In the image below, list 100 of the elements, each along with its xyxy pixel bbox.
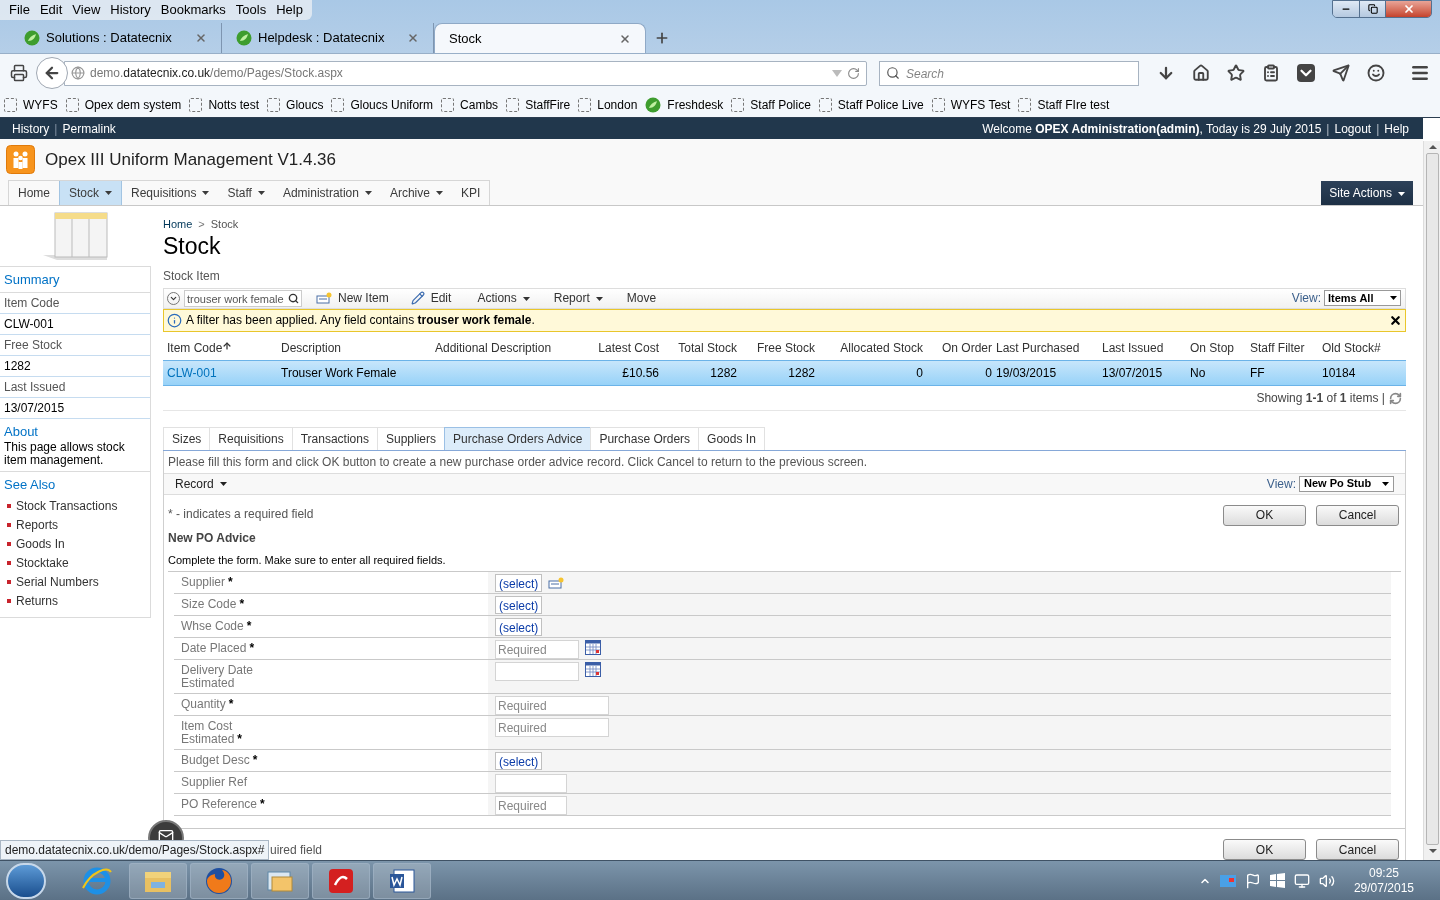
breadcrumb-link[interactable]: Stock [210,216,239,233]
bookmark[interactable]: WYFS [4,95,58,114]
menu-item[interactable]: View [67,0,106,20]
record-menu[interactable]: Record [175,474,227,493]
nav-tab[interactable]: Requisitions [122,181,219,205]
sidebar-link[interactable]: Goods In [16,535,65,553]
download-icon[interactable] [1157,64,1175,82]
chat-icon[interactable] [1367,64,1385,82]
star-icon[interactable] [1227,64,1245,82]
menu-icon[interactable] [1410,63,1430,83]
table-row[interactable]: CLW-001 Trouser Work Female £10.56 1282 1282 0 0 19/03/2015 13/07/2015 No FF 10184 [163,359,1406,386]
bookmark[interactable]: London [578,95,638,114]
network-icon[interactable] [1293,872,1310,889]
column-header[interactable]: Staff Filter [1250,338,1322,357]
menu-item[interactable]: Help [271,0,308,20]
column-header[interactable]: Description [281,338,435,357]
new-tab-icon[interactable] [654,30,670,46]
top-link[interactable]: Logout [1334,119,1372,138]
column-header[interactable]: On Stop [1190,338,1250,357]
item-code-link[interactable]: CLW-001 [167,365,217,380]
date-field[interactable] [495,662,579,681]
search-field[interactable]: Search [879,61,1139,86]
home-icon[interactable] [1192,64,1210,82]
column-header[interactable]: Total Stock [663,338,741,357]
back-button[interactable] [36,57,68,89]
reload-icon[interactable] [847,66,860,80]
report-menu[interactable]: Report [553,289,603,307]
mail-app-icon[interactable] [251,862,309,899]
column-header[interactable]: Latest Cost [587,338,663,357]
close-icon[interactable] [1389,313,1402,327]
bookmark[interactable]: Notts test [189,95,260,114]
text-field[interactable]: Required [495,718,609,737]
bookmark[interactable]: Cambs [441,95,499,114]
sidebar-link[interactable]: Serial Numbers [16,573,99,591]
menu-item[interactable]: File [4,0,35,20]
actions-menu[interactable]: Actions [477,289,530,307]
bookmark[interactable]: Gloucs [267,95,324,114]
browser-tab[interactable]: Stock [434,23,646,53]
text-field[interactable]: Required [495,696,609,715]
bookmark[interactable]: Staff FIre test [1018,95,1110,114]
tab[interactable]: Sizes [163,426,211,450]
breadcrumb-link[interactable]: Home [163,216,193,233]
print-icon[interactable] [10,64,28,82]
menu-item[interactable]: Edit [34,0,68,20]
select-link[interactable]: (select) [495,596,543,614]
sidebar-link[interactable]: Reports [16,516,59,534]
address-field[interactable]: demo.datatecnix.co.uk/demo/Pages/Stock.aspx [64,60,867,86]
new-item-button[interactable]: New Item [316,289,389,307]
column-header[interactable]: Free Stock [741,338,819,357]
bookmark[interactable]: Gloucs Uniform [331,95,434,114]
bookmark[interactable]: Staff Police [731,95,811,114]
flag-icon[interactable] [1244,872,1261,889]
sidebar-link[interactable]: Returns [16,592,59,610]
restore-button[interactable] [1359,1,1385,17]
sidebar-link[interactable]: Stocktake [16,554,69,572]
text-field[interactable] [495,774,567,793]
select-link[interactable]: (select) [495,752,543,770]
bookmark[interactable]: Opex dem system [65,95,182,114]
clipboard-icon[interactable] [1262,64,1280,82]
column-header[interactable]: On Order [927,338,996,357]
ok-button[interactable]: OK [1223,839,1306,860]
text-field[interactable]: Required [495,796,567,815]
nav-tab[interactable]: Administration [273,181,381,205]
start-button[interactable] [6,862,46,899]
select-link[interactable]: (select) [495,574,543,592]
scroll-thumb[interactable] [1426,153,1439,845]
column-header[interactable]: Last Purchased [996,338,1102,357]
cancel-button[interactable]: Cancel [1316,839,1399,860]
minimize-button[interactable] [1333,1,1359,17]
nav-tab[interactable]: KPI [451,181,490,205]
bookmark[interactable]: WYFS Test [931,95,1011,114]
nav-tab[interactable]: Archive [380,181,452,205]
view-dropdown[interactable]: New Po Stub [1299,475,1394,492]
top-link[interactable]: Help [1384,119,1409,138]
folder-icon[interactable] [129,862,187,899]
tab[interactable]: Purchase Orders Advice [444,426,592,450]
nav-tab[interactable]: Stock [59,181,123,205]
menu-item[interactable]: History [105,0,156,20]
windows-icon[interactable] [1269,873,1285,888]
view-dropdown[interactable]: Items All [1324,290,1401,306]
tab[interactable]: Purchase Orders [590,426,700,450]
bookmark[interactable]: StaffFire [506,95,571,114]
bookmark[interactable]: Freshdesk [645,95,724,114]
volume-icon[interactable] [1318,872,1335,889]
refresh-icon[interactable] [1389,391,1402,405]
bookmark[interactable]: Staff Police Live [818,95,924,114]
column-header[interactable]: Old Stock# [1322,338,1402,357]
column-header[interactable]: Allocated Stock [819,338,927,357]
move-button[interactable]: Move [626,289,657,307]
send-icon[interactable] [1332,64,1350,82]
top-link[interactable]: History [12,119,50,138]
sidebar-link[interactable]: Stock Transactions [16,497,118,515]
column-header[interactable]: Item Code [167,338,281,357]
column-header[interactable]: Additional Description [435,338,587,357]
site-actions-button[interactable]: Site Actions [1321,181,1413,205]
date-field[interactable]: Required [495,640,579,659]
close-button[interactable] [1385,1,1431,17]
nav-tab[interactable]: Home [9,181,59,205]
menu-item[interactable]: Bookmarks [155,0,231,20]
ok-button[interactable]: OK [1223,504,1306,526]
